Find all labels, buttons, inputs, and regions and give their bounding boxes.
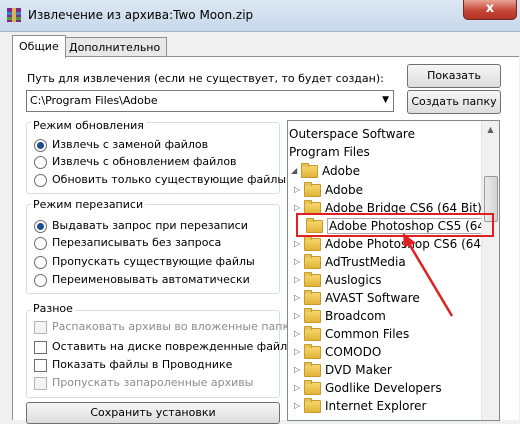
folder-icon: [304, 272, 321, 287]
tree-item[interactable]: ▷ AVAST Software: [294, 289, 420, 307]
radio-overwrite-silent[interactable]: Перезаписывать без запроса: [34, 236, 221, 250]
checkbox-icon[interactable]: [34, 340, 47, 354]
radio-refresh-existing[interactable]: Обновить только существующие файлы: [34, 173, 286, 187]
folder-icon: [304, 326, 321, 341]
expand-icon[interactable]: ▷: [294, 235, 300, 253]
expand-icon[interactable]: ▷: [294, 379, 300, 397]
radio-extract-replace[interactable]: Извлечь с заменой файлов: [34, 138, 208, 152]
radio-skip-existing[interactable]: Пропускать существующие файлы: [34, 255, 255, 269]
folder-icon: [304, 380, 321, 395]
checkbox-extract-nested[interactable]: Распаковать архивы во вложенные папки: [34, 320, 296, 334]
expand-icon[interactable]: ▷: [294, 253, 300, 271]
expand-icon[interactable]: ▷: [294, 271, 300, 289]
tree-item[interactable]: Outerspace Software: [289, 125, 415, 143]
radio-icon[interactable]: [34, 155, 47, 169]
tree-item[interactable]: ▷ DVD Maker: [294, 361, 392, 379]
close-button[interactable]: x: [463, 0, 517, 20]
scroll-up-arrow-icon[interactable]: ▲: [482, 121, 499, 138]
tree-item[interactable]: ▷ Godlike Developers: [294, 379, 442, 397]
radio-auto-rename[interactable]: Переименовывать автоматически: [34, 273, 250, 287]
checkbox-icon[interactable]: [34, 376, 47, 390]
expand-icon[interactable]: ▷: [294, 181, 300, 199]
window-title: Извлечение из архива:Two Moon.zip: [28, 8, 254, 22]
tree-item[interactable]: ▷ Broadcom: [294, 307, 386, 325]
checkbox-keep-broken[interactable]: Оставить на диске поврежденные файлы: [34, 340, 296, 354]
radio-icon[interactable]: [34, 255, 47, 269]
checkbox-icon[interactable]: [34, 358, 47, 372]
folder-icon: [304, 290, 321, 305]
radio-selected-icon[interactable]: [34, 138, 47, 152]
tab-advanced[interactable]: Дополнительно: [62, 37, 168, 57]
folder-icon: [304, 308, 321, 323]
tree-item[interactable]: Program Files: [289, 143, 370, 161]
path-combobox[interactable]: C:\Program Files\Adobe ▼: [26, 90, 394, 112]
folder-icon: [304, 344, 321, 359]
expand-icon[interactable]: ▷: [294, 289, 300, 307]
annotation-highlight-box: [296, 213, 494, 237]
expand-icon[interactable]: ▷: [294, 343, 300, 361]
folder-tree[interactable]: Outerspace Software Program Files ◢ Adob…: [287, 120, 500, 421]
folder-icon: [304, 182, 321, 197]
tree-item-adobe-parent[interactable]: ◢ Adobe: [291, 162, 360, 180]
expand-icon[interactable]: ▷: [294, 307, 300, 325]
save-settings-button[interactable]: Сохранить установки: [26, 402, 280, 424]
folder-icon: [304, 398, 321, 413]
misc-title: Разное: [31, 302, 75, 315]
overwrite-mode-title: Режим перезаписи: [31, 198, 146, 211]
collapse-icon[interactable]: ◢: [291, 162, 297, 180]
update-mode-title: Режим обновления: [31, 119, 146, 132]
expand-icon[interactable]: ▷: [294, 361, 300, 379]
tree-item[interactable]: ▷ COMODO: [294, 343, 381, 361]
checkbox-show-in-explorer[interactable]: Показать файлы в Проводнике: [34, 358, 232, 372]
tree-item[interactable]: ▷ Adobe Photoshop CS6 (64 Bit): [294, 235, 499, 253]
winrar-icon: [7, 8, 21, 22]
show-button[interactable]: Показать: [407, 64, 501, 88]
expand-icon[interactable]: ▷: [294, 325, 300, 343]
dropdown-arrow-icon[interactable]: ▼: [382, 95, 389, 105]
tree-item[interactable]: ▷ Auslogics: [294, 271, 382, 289]
radio-ask-overwrite[interactable]: Выдавать запрос при перезаписи: [34, 219, 248, 233]
create-folder-button[interactable]: Создать папку: [407, 90, 501, 114]
tree-item[interactable]: ▷ AdTrustMedia: [294, 253, 406, 271]
folder-icon: [304, 362, 321, 377]
title-bar: Извлечение из архива:Two Moon.zip x: [0, 0, 520, 32]
path-value: C:\Program Files\Adobe: [30, 94, 158, 107]
tab-general[interactable]: Общие: [12, 35, 66, 58]
tree-item[interactable]: ▷ Adobe: [294, 181, 363, 199]
tree-item[interactable]: ▷ Common Files: [294, 325, 409, 343]
expand-icon[interactable]: ▷: [294, 397, 300, 415]
radio-extract-update[interactable]: Извлечь с обновлением файлов: [34, 155, 237, 169]
tree-item[interactable]: ▷ Internet Explorer: [294, 397, 426, 415]
tree-scrollbar[interactable]: ▲: [481, 121, 499, 420]
radio-icon[interactable]: [34, 236, 47, 250]
checkbox-skip-encrypted[interactable]: Пропускать запароленные архивы: [34, 376, 253, 390]
radio-icon[interactable]: [34, 173, 47, 187]
folder-open-icon: [301, 163, 318, 178]
path-label: Путь для извлечения (если не существует,…: [27, 72, 384, 85]
folder-icon: [304, 236, 321, 251]
folder-icon: [304, 254, 321, 269]
checkbox-icon[interactable]: [34, 320, 47, 334]
radio-icon[interactable]: [34, 273, 47, 287]
radio-selected-icon[interactable]: [34, 219, 47, 233]
